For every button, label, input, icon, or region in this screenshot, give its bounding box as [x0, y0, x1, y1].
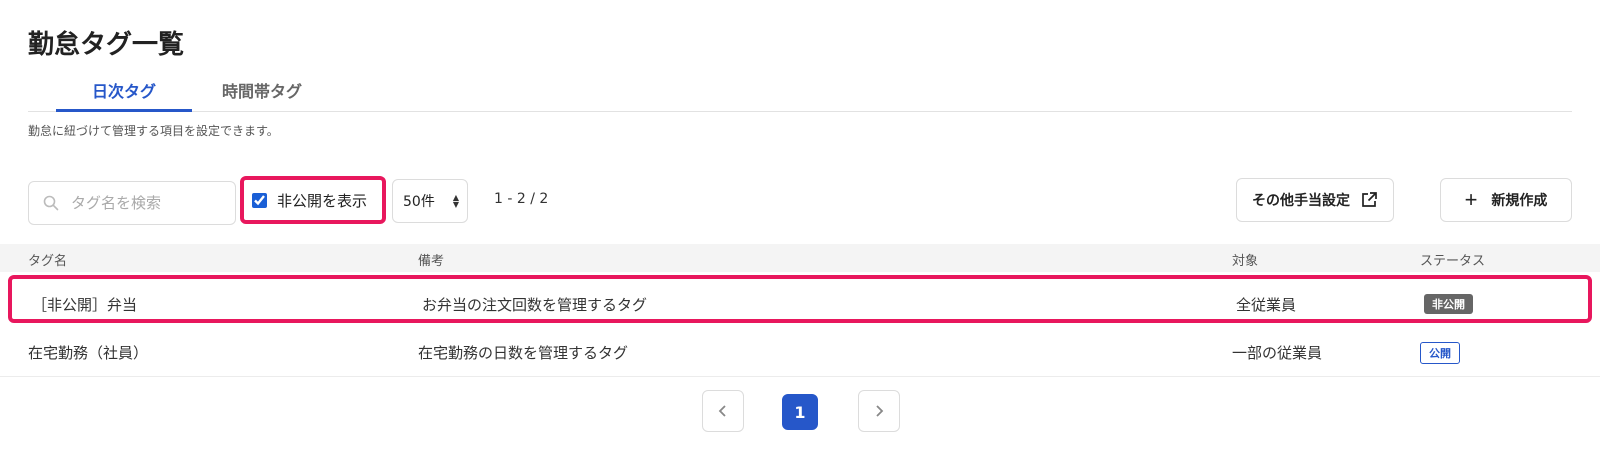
result-range: 1 - 2 / 2	[494, 191, 549, 207]
search-input[interactable]	[71, 194, 211, 212]
external-link-icon	[1362, 192, 1377, 207]
pagination: 1	[0, 390, 1600, 432]
select-arrows-icon: ▲ ▼	[452, 193, 459, 209]
create-new-label: 新規作成	[1491, 192, 1548, 208]
page-title: 勤怠タグ一覧	[28, 30, 185, 60]
row-tag-name: 在宅勤務（社員）	[28, 344, 149, 362]
other-allowance-label: その他手当設定	[1252, 192, 1350, 208]
prev-page-button[interactable]	[702, 390, 744, 432]
page-button-current[interactable]: 1	[782, 394, 818, 430]
row-tag-name: ［非公開］弁当	[32, 296, 138, 314]
other-allowance-settings-button[interactable]: その他手当設定	[1236, 178, 1394, 222]
row-target: 全従業員	[1236, 296, 1297, 314]
plus-icon: +	[1464, 187, 1478, 212]
row-note: 在宅勤務の日数を管理するタグ	[418, 344, 629, 362]
table-row[interactable]: ［非公開］弁当 お弁当の注文回数を管理するタグ 全従業員 非公開	[8, 275, 1592, 323]
tab-bar: 日次タグ 時間帯タグ	[28, 74, 1572, 112]
toolbar: 非公開を表示 50件 ▲▼ 1 - 2 / 2 その他手当設定 + 新規作成	[0, 176, 1600, 225]
show-hidden-label: 非公開を表示	[277, 191, 368, 210]
show-hidden-toggle[interactable]: 非公開を表示	[240, 176, 386, 224]
tab-daily-tags[interactable]: 日次タグ	[56, 78, 192, 112]
chevron-right-icon	[876, 405, 884, 417]
table-header: タグ名 備考 対象 ステータス	[0, 244, 1600, 272]
page-description: 勤怠に紐づけて管理する項目を設定できます。	[28, 124, 279, 138]
per-page-select[interactable]: 50件 ▲ ▼	[392, 179, 468, 223]
row-note: お弁当の注文回数を管理するタグ	[422, 296, 648, 314]
header-tag-name: タグ名	[28, 254, 68, 269]
tab-time-tags[interactable]: 時間帯タグ	[192, 78, 332, 112]
create-new-button[interactable]: + 新規作成	[1440, 178, 1572, 222]
header-status: ステータス	[1420, 254, 1486, 269]
header-target: 対象	[1232, 254, 1259, 269]
row-target: 一部の従業員	[1232, 344, 1323, 362]
status-badge: 非公開	[1424, 294, 1473, 314]
show-hidden-checkbox[interactable]	[252, 192, 267, 208]
next-page-button[interactable]	[858, 390, 900, 432]
chevron-left-icon	[718, 405, 726, 417]
search-icon	[43, 195, 59, 211]
status-badge: 公開	[1420, 342, 1460, 364]
per-page-value: 50件	[403, 194, 435, 210]
search-box[interactable]	[28, 181, 236, 225]
table-row[interactable]: 在宅勤務（社員） 在宅勤務の日数を管理するタグ 一部の従業員 公開	[0, 327, 1600, 377]
header-note: 備考	[418, 254, 445, 269]
tag-table: タグ名 備考 対象 ステータス ［非公開］弁当 お弁当の注文回数を管理するタグ …	[0, 244, 1600, 377]
